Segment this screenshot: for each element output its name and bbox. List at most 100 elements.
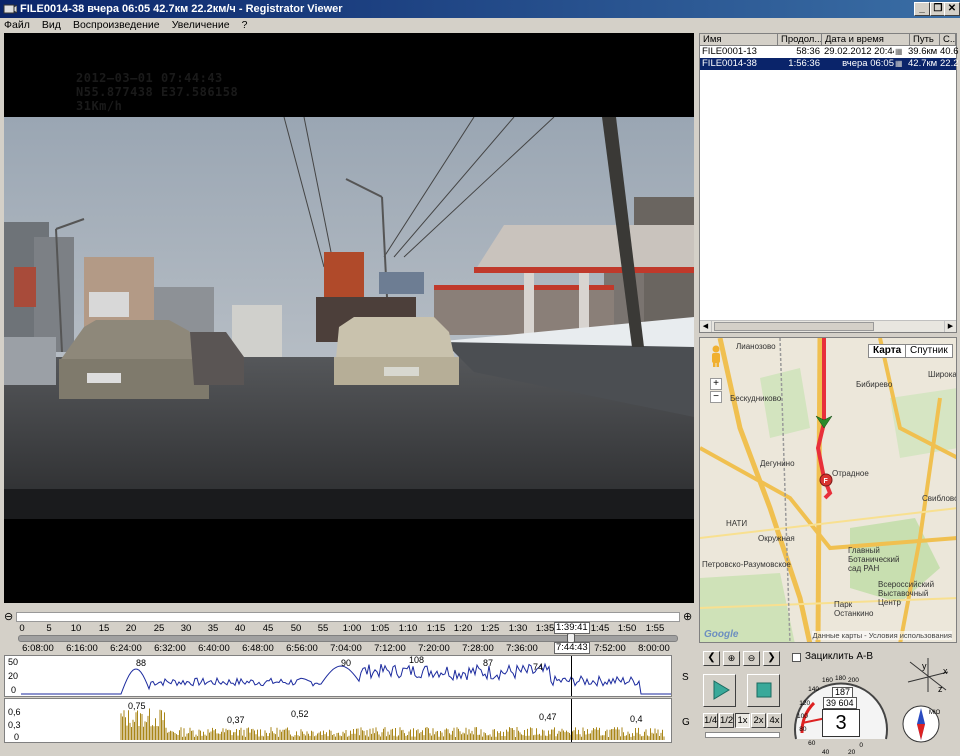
map-label: Петровско-Разумовское <box>702 560 791 569</box>
file-row[interactable]: FILE0001-13 58:36 29.02.2012 20:44 ▦ 39.… <box>700 46 959 58</box>
speed-axis-label: 0 <box>11 685 17 695</box>
scroll-thumb[interactable] <box>714 322 874 331</box>
column-speed[interactable]: С... <box>940 34 956 46</box>
osd-speed: 31Km/h <box>76 99 123 113</box>
map-attribution[interactable]: Данные карты - Условия использования <box>812 631 952 640</box>
g-peak-label: 0,75 <box>128 701 146 711</box>
speed-axis-label: 20 <box>8 671 19 681</box>
loop-label: Зациклить А-В <box>805 651 874 662</box>
close-button[interactable]: ✕ <box>944 2 960 16</box>
timeline[interactable]: ⊖ ⊕ 0 5 10 15 20 25 30 35 40 45 50 55 1:00 1:05 1:10 1:… <box>0 607 697 657</box>
speed-4x-button[interactable]: 4x <box>767 713 782 728</box>
scroll-right-icon[interactable]: ▶ <box>944 321 956 332</box>
google-logo: Google <box>704 629 739 640</box>
g-peak-label: 0,47 <box>539 712 557 722</box>
speedometer-tick: 180 <box>835 675 846 682</box>
map-zoom-out-button[interactable]: − <box>710 391 722 403</box>
g-peak-label: 0,4 <box>630 714 643 724</box>
timeline-tick-label: 1:05 <box>370 623 390 634</box>
g-graph[interactable]: 0,6 0,3 0 0,75 0,37 0,52 0,47 0,4 <box>4 698 672 743</box>
speedometer-tick: 160 <box>822 677 833 685</box>
window-title: FILE0014-38 вчера 06:05 42.7км 22.2км/ч … <box>20 3 343 15</box>
magnifier-plus-icon: ⊕ <box>727 653 736 663</box>
column-path[interactable]: Путь <box>910 34 940 46</box>
stop-button[interactable] <box>747 674 780 707</box>
zoom-in-button[interactable]: ⊕ <box>723 651 740 666</box>
timeline-tick-label: 0 <box>19 623 25 634</box>
speedometer-tick: 80 <box>799 725 807 733</box>
g-plot <box>120 708 665 740</box>
horizontal-scrollbar[interactable]: ◀ ▶ <box>700 320 956 332</box>
timeline-zoom-in-icon[interactable]: ⊕ <box>683 610 692 623</box>
axis-z-label: z <box>938 684 943 694</box>
speedometer-tick: 0 <box>859 742 864 750</box>
timeline-time-label: 6:32:00 <box>154 643 186 654</box>
speedometer-tick: 120 <box>799 700 811 707</box>
speed-peak-label: 87 <box>483 658 494 668</box>
map-view[interactable]: F Лианозово Бескудниково Бибирево Дегуни… <box>699 337 957 643</box>
timeline-time-label: 6:56:00 <box>286 643 318 654</box>
svg-text:F: F <box>824 478 829 485</box>
file-extra: 22.2 <box>940 58 959 69</box>
g-peak-label: 0,52 <box>291 709 309 719</box>
video-osd: 2012—03—01 07:44:43 N55.877438 E37.58615… <box>76 71 238 113</box>
timeline-tick-label: 15 <box>98 623 110 634</box>
column-name[interactable]: Имя <box>700 34 778 46</box>
axis-x-label: x <box>943 666 948 676</box>
speed-peak-label: 88 <box>136 658 147 668</box>
speed-peak-label: 74 <box>533 662 544 672</box>
g-axis-label: 0,6 <box>8 707 21 717</box>
timeline-time-label: 7:36:00 <box>506 643 538 654</box>
speed-quarter-button[interactable]: 1/4 <box>703 713 718 728</box>
speed-2x-button[interactable]: 2x <box>751 713 766 728</box>
timeline-tick-label: 10 <box>70 623 82 634</box>
menu-file[interactable]: Файл <box>4 19 30 31</box>
speed-trace <box>21 662 671 695</box>
loop-checkbox[interactable] <box>792 653 801 662</box>
minimize-button[interactable]: _ <box>914 2 930 16</box>
speed-1x-button[interactable]: 1x <box>735 713 750 728</box>
axis-y-label: y <box>922 661 927 671</box>
menu-playback[interactable]: Воспроизведение <box>73 19 160 31</box>
column-duration[interactable]: Продол... <box>778 34 822 46</box>
timeline-tick-label: 50 <box>290 623 302 634</box>
prev-button[interactable]: ❮ <box>703 651 720 666</box>
chevron-left-icon: ❮ <box>707 652 716 663</box>
column-datetime[interactable]: Дата и время <box>822 34 910 46</box>
timeline-tick-label: 40 <box>234 623 246 634</box>
next-button[interactable]: ❯ <box>763 651 780 666</box>
play-button[interactable] <box>703 674 736 707</box>
menu-zoom[interactable]: Увеличение <box>172 19 230 31</box>
magnifier-minus-icon: ⊖ <box>747 653 756 663</box>
volume-slider[interactable] <box>705 732 780 738</box>
timeline-tick-label: 1:45 <box>590 623 610 634</box>
timeline-zoom-out-icon[interactable]: ⊖ <box>4 610 13 623</box>
speed-half-button[interactable]: 1/2 <box>719 713 734 728</box>
speedometer-tick: 140 <box>808 686 819 694</box>
speedometer-tick: 100 <box>797 713 808 720</box>
map-label: Широкая <box>928 370 957 379</box>
pegman-icon[interactable] <box>709 344 723 368</box>
scroll-left-icon[interactable]: ◀ <box>700 321 712 332</box>
map-label: НАТИ <box>726 519 748 528</box>
map-tab-map[interactable]: Карта <box>868 344 907 358</box>
speedometer-tick: 60 <box>808 739 816 747</box>
timeline-tick-label: 55 <box>317 623 329 634</box>
speed-graph[interactable]: 50 20 0 88 90 108 87 74 <box>4 655 672 697</box>
file-name: FILE0001-13 <box>702 46 757 57</box>
menu-help[interactable]: ? <box>242 19 248 31</box>
timeline-tick-label: 30 <box>180 623 192 634</box>
video-player[interactable]: 2012—03—01 07:44:43 N55.877438 E37.58615… <box>4 33 694 603</box>
menu-view[interactable]: Вид <box>42 19 61 31</box>
map-label: Бескудниково <box>730 394 782 403</box>
timeline-tick-label: 45 <box>262 623 274 634</box>
timeline-scroll[interactable] <box>16 612 680 622</box>
zoom-out-button[interactable]: ⊖ <box>743 651 760 666</box>
map-tab-satellite[interactable]: Спутник <box>905 344 953 358</box>
file-list[interactable]: Имя Продол... Дата и время Путь С... FIL… <box>699 33 959 333</box>
g-graph-label: G <box>682 717 690 728</box>
map-zoom-in-button[interactable]: + <box>710 378 722 390</box>
seek-bar[interactable] <box>18 635 678 642</box>
compass-label: MIO <box>929 710 941 716</box>
file-row[interactable]: FILE0014-38 1:56:36 вчера 06:05 ▦ 42.7км… <box>700 58 959 70</box>
